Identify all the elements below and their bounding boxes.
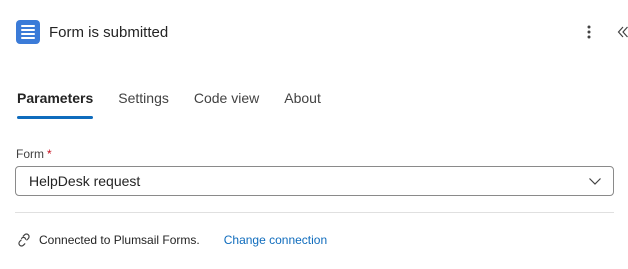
form-select-dropdown[interactable]: HelpDesk request	[15, 166, 614, 196]
more-options-button[interactable]	[579, 20, 599, 44]
connection-status-text: Connected to Plumsail Forms.	[39, 233, 200, 247]
link-icon	[18, 233, 30, 247]
forms-list-icon	[16, 20, 40, 44]
double-chevron-left-icon	[617, 26, 628, 38]
trigger-details-panel: Form is submitted Parameters Settings Co…	[0, 0, 628, 269]
chevron-down-icon	[589, 178, 601, 185]
form-label-text: Form	[16, 147, 44, 161]
panel-title: Form is submitted	[49, 23, 169, 41]
tab-settings[interactable]: Settings	[118, 88, 169, 120]
form-field-label: Form *	[16, 147, 52, 161]
collapse-panel-button[interactable]	[613, 20, 628, 44]
panel-header: Form is submitted	[16, 18, 628, 46]
change-connection-link[interactable]: Change connection	[224, 233, 327, 247]
more-vertical-icon	[587, 25, 591, 39]
tab-about[interactable]: About	[284, 88, 321, 120]
form-select-value: HelpDesk request	[29, 173, 141, 189]
tab-list: Parameters Settings Code view About	[17, 88, 346, 120]
divider	[15, 212, 614, 213]
tab-parameters[interactable]: Parameters	[17, 88, 94, 120]
tab-code-view[interactable]: Code view	[194, 88, 259, 120]
connection-footer: Connected to Plumsail Forms. Change conn…	[17, 233, 327, 247]
required-marker: *	[47, 147, 52, 161]
